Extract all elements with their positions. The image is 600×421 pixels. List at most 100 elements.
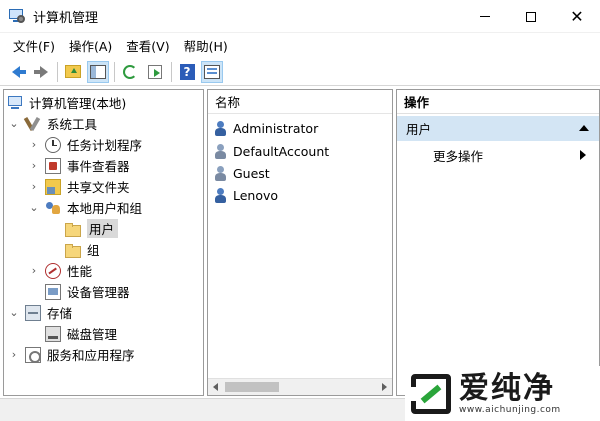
menu-bar: 文件(F) 操作(A) 查看(V) 帮助(H) xyxy=(0,34,600,57)
disk-icon xyxy=(45,325,61,342)
toolbar-separator xyxy=(114,61,115,82)
watermark-logo-icon xyxy=(410,373,451,414)
help-icon: ? xyxy=(179,63,195,80)
disabled-user-icon xyxy=(213,143,229,160)
tree-item-label: 存储 xyxy=(47,306,73,321)
tree-item-computer-management[interactable]: 计算机管理(本地) xyxy=(7,92,126,113)
tree-item-label: 系统工具 xyxy=(47,117,98,132)
shared-folder-icon xyxy=(45,178,61,195)
toolbar-separator xyxy=(171,61,172,82)
folder-icon xyxy=(65,222,81,237)
up-one-level-button[interactable] xyxy=(62,61,84,83)
minimize-button[interactable] xyxy=(462,0,508,33)
scroll-left-arrow-icon[interactable] xyxy=(213,383,218,391)
column-header-name[interactable]: 名称 xyxy=(208,90,392,114)
forward-button[interactable] xyxy=(30,61,52,83)
tree-item-local-users-groups[interactable]: ⌄ 本地用户和组 xyxy=(28,197,142,218)
list-item[interactable]: Lenovo xyxy=(213,185,278,206)
tree-item-label: 设备管理器 xyxy=(67,285,130,300)
tree-item-label: 组 xyxy=(87,243,100,258)
expand-collapse-chevron-down-icon[interactable]: ⌄ xyxy=(28,201,40,214)
refresh-icon xyxy=(123,64,137,79)
window-controls: ✕ xyxy=(462,0,600,33)
properties-button[interactable] xyxy=(201,60,223,83)
tree-item-label: 任务计划程序 xyxy=(67,138,143,153)
user-name: Lenovo xyxy=(233,188,279,203)
list-item[interactable]: DefaultAccount xyxy=(213,141,329,162)
expand-chevron-right-icon[interactable]: › xyxy=(28,138,40,151)
tree-item-label: 磁盘管理 xyxy=(67,327,118,342)
expand-chevron-right-icon[interactable]: › xyxy=(8,348,20,361)
tree-item-disk-management[interactable]: 磁盘管理 xyxy=(45,323,117,344)
performance-icon xyxy=(45,262,61,279)
minimize-icon xyxy=(480,16,490,17)
tree-item-users[interactable]: 用户 xyxy=(65,218,119,239)
show-hide-console-tree-button[interactable] xyxy=(87,60,109,83)
menu-view[interactable]: 查看(V) xyxy=(119,36,176,55)
window-title: 计算机管理 xyxy=(33,10,99,26)
scroll-right-arrow-icon[interactable] xyxy=(382,383,387,391)
actions-section-users[interactable]: 用户 xyxy=(397,116,599,141)
watermark-text: 爱纯净 www.aichunjing.com xyxy=(459,370,561,415)
disabled-user-icon xyxy=(213,165,229,182)
watermark-url: www.aichunjing.com xyxy=(459,404,561,415)
clock-icon xyxy=(45,136,61,153)
watermark-title: 爱纯净 xyxy=(459,370,555,406)
expand-collapse-chevron-down-icon[interactable]: ⌄ xyxy=(8,306,20,319)
folder-icon xyxy=(65,243,81,258)
menu-file[interactable]: 文件(F) xyxy=(6,36,62,55)
toolbar-separator xyxy=(57,61,58,82)
forward-arrow-icon xyxy=(34,65,48,78)
console-tree-panel: 计算机管理(本地) ⌄ 系统工具 › 任务计划程序 › 事件查看器 › 共享文件… xyxy=(3,89,204,396)
tree-item-performance[interactable]: › 性能 xyxy=(28,260,92,281)
tree-item-task-scheduler[interactable]: › 任务计划程序 xyxy=(28,134,142,155)
menu-help[interactable]: 帮助(H) xyxy=(177,36,235,55)
back-button[interactable] xyxy=(5,61,27,83)
tree-item-label: 事件查看器 xyxy=(67,159,130,174)
computer-icon xyxy=(7,95,23,111)
expand-chevron-right-icon[interactable]: › xyxy=(28,264,40,277)
tree-item-label: 计算机管理(本地) xyxy=(29,96,127,111)
tree-item-system-tools[interactable]: ⌄ 系统工具 xyxy=(8,113,97,134)
expand-chevron-right-icon[interactable]: › xyxy=(28,180,40,193)
expand-collapse-chevron-down-icon[interactable]: ⌄ xyxy=(8,117,20,130)
tree-item-label: 用户 xyxy=(87,219,119,238)
refresh-button[interactable] xyxy=(119,61,141,83)
list-item[interactable]: Guest xyxy=(213,163,270,184)
user-name: Guest xyxy=(233,166,270,181)
collapse-caret-up-icon[interactable] xyxy=(579,125,589,131)
tree-item-services-applications[interactable]: › 服务和应用程序 xyxy=(8,344,135,365)
tools-icon xyxy=(25,116,41,132)
tree-item-storage[interactable]: ⌄ 存储 xyxy=(8,302,72,323)
scrollbar-thumb[interactable] xyxy=(225,382,279,392)
horizontal-scrollbar[interactable] xyxy=(208,378,392,395)
tree-item-device-manager[interactable]: 设备管理器 xyxy=(45,281,130,302)
tree-item-label: 共享文件夹 xyxy=(67,180,130,195)
tree-item-label: 性能 xyxy=(67,264,93,279)
expand-chevron-right-icon[interactable]: › xyxy=(28,159,40,172)
storage-icon xyxy=(25,304,41,321)
help-button[interactable]: ? xyxy=(176,61,198,83)
toolbar: ? xyxy=(0,58,600,86)
tree-item-event-viewer[interactable]: › 事件查看器 xyxy=(28,155,130,176)
more-actions-item[interactable]: 更多操作 xyxy=(397,144,599,166)
site-watermark: 爱纯净 www.aichunjing.com xyxy=(405,366,600,421)
actions-header: 操作 xyxy=(397,90,599,114)
show-hide-tree-icon xyxy=(90,64,106,79)
export-list-icon xyxy=(148,64,162,79)
maximize-button[interactable] xyxy=(508,0,554,33)
user-icon xyxy=(213,120,229,137)
export-list-button[interactable] xyxy=(144,61,166,83)
up-folder-icon xyxy=(65,65,81,78)
event-log-icon xyxy=(45,157,61,174)
tree-item-label: 服务和应用程序 xyxy=(47,348,135,363)
list-item[interactable]: Administrator xyxy=(213,118,318,139)
menu-action[interactable]: 操作(A) xyxy=(62,36,119,55)
tree-item-groups[interactable]: 组 xyxy=(65,239,100,260)
submenu-caret-right-icon xyxy=(580,150,586,160)
properties-icon xyxy=(204,64,220,79)
tree-item-shared-folders[interactable]: › 共享文件夹 xyxy=(28,176,130,197)
users-group-icon xyxy=(45,200,61,216)
close-button[interactable]: ✕ xyxy=(554,0,600,33)
close-icon: ✕ xyxy=(570,6,584,26)
